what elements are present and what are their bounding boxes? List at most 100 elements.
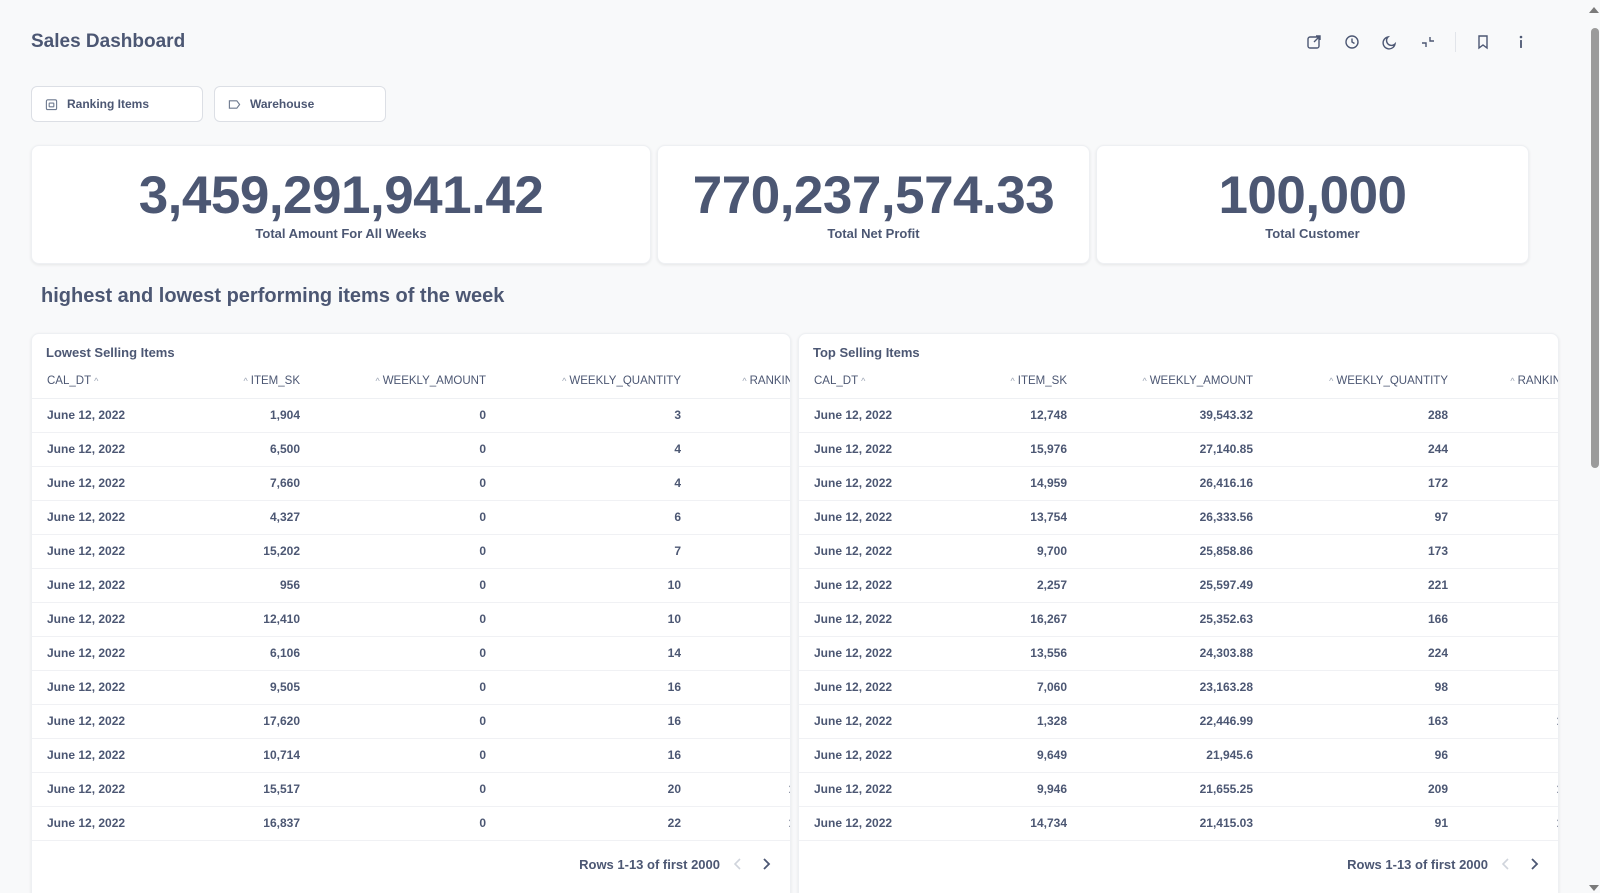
table-row[interactable]: June 12, 20227,06023,163.28989: [799, 670, 1558, 705]
cell-weekly-amount: 0: [310, 398, 496, 433]
table-row[interactable]: June 12, 20229,94621,655.2520912: [799, 772, 1558, 807]
table-row[interactable]: June 12, 202215,202075: [32, 534, 790, 569]
column-label: ITEM_SK: [250, 374, 300, 387]
column-header-ranking[interactable]: ^RANKING: [1458, 364, 1558, 399]
cell-ranking: 6: [691, 602, 790, 637]
cell-weekly-amount: 25,858.86: [1077, 534, 1263, 569]
cell-item-sk: 15,517: [182, 772, 310, 807]
table-row[interactable]: June 12, 20229,5050169: [32, 670, 790, 705]
cell-weekly-amount: 23,163.28: [1077, 670, 1263, 705]
table-row[interactable]: June 12, 202212,4100106: [32, 602, 790, 637]
table-title: Top Selling Items: [813, 345, 920, 360]
table-row[interactable]: June 12, 202216,26725,352.631667: [799, 602, 1558, 637]
filter-ranking-items[interactable]: Ranking Items: [31, 86, 203, 122]
cell-weekly-amount: 25,352.63: [1077, 602, 1263, 637]
column-header-weekly-amount[interactable]: ^ WEEKLY_AMOUNT: [1077, 364, 1263, 399]
table-row[interactable]: June 12, 20226,500042: [32, 432, 790, 467]
fullscreen-button[interactable]: [1409, 28, 1447, 56]
scroll-up-arrow-icon[interactable]: [1589, 7, 1599, 13]
table-row[interactable]: June 12, 202212,74839,543.322881: [799, 398, 1558, 433]
chevron-right-icon: [763, 858, 771, 870]
cell-weekly-amount: 0: [310, 500, 496, 535]
table-row[interactable]: June 12, 20224,327064: [32, 500, 790, 535]
column-header-weekly-amount[interactable]: ^ WEEKLY_AMOUNT: [310, 364, 496, 399]
info-button[interactable]: [1502, 28, 1540, 56]
table-row[interactable]: June 12, 20221,32822,446.9916310: [799, 704, 1558, 739]
night-mode-button[interactable]: [1371, 28, 1409, 56]
metric-card-total-amount[interactable]: 3,459,291,941.42 Total Amount For All We…: [31, 145, 651, 264]
pager-label: Rows 1-13 of first 2000: [1347, 856, 1488, 872]
previous-page-button[interactable]: [728, 854, 748, 874]
cell-item-sk: 1,904: [182, 398, 310, 433]
cell-cal-dt: June 12, 2022: [32, 466, 182, 501]
chevron-left-icon: [733, 858, 741, 870]
column-header-cal-dt[interactable]: CAL_DT ^: [32, 364, 182, 399]
column-label: CAL_DT: [814, 374, 859, 387]
cell-cal-dt: June 12, 2022: [32, 806, 182, 841]
cell-ranking: 3: [1458, 466, 1558, 501]
scrollbar-thumb[interactable]: [1591, 28, 1599, 468]
cell-weekly-quantity: 4: [496, 466, 691, 501]
cell-weekly-amount: 0: [310, 806, 496, 841]
table-row[interactable]: June 12, 202214,73421,415.039113: [799, 806, 1558, 841]
cell-cal-dt: June 12, 2022: [799, 432, 949, 467]
table-row[interactable]: June 12, 202217,6200169: [32, 704, 790, 739]
filter-warehouse[interactable]: Warehouse: [214, 86, 386, 122]
next-page-button[interactable]: [1524, 854, 1544, 874]
cell-cal-dt: June 12, 2022: [799, 568, 949, 603]
table-row[interactable]: June 12, 202210,7140169: [32, 738, 790, 773]
cell-ranking: 4: [691, 500, 790, 535]
table-row[interactable]: June 12, 20221,904031: [32, 398, 790, 433]
column-header-ranking[interactable]: ^RANKING: [691, 364, 790, 399]
cell-weekly-amount: 27,140.85: [1077, 432, 1263, 467]
cell-item-sk: 10,714: [182, 738, 310, 773]
previous-page-button[interactable]: [1496, 854, 1516, 874]
table-row[interactable]: June 12, 20229,64921,945.69611: [799, 738, 1558, 773]
table-row[interactable]: June 12, 202214,95926,416.161723: [799, 466, 1558, 501]
share-icon: [1307, 35, 1321, 49]
table-row[interactable]: June 12, 20222,25725,597.492216: [799, 568, 1558, 603]
cell-ranking: 2: [691, 466, 790, 501]
table-row[interactable]: June 12, 20229,70025,858.861735: [799, 534, 1558, 569]
cell-ranking: 6: [1458, 568, 1558, 603]
cell-cal-dt: June 12, 2022: [32, 670, 182, 705]
column-label: WEEKLY_AMOUNT: [382, 374, 486, 387]
table-body: June 12, 202212,74839,543.322881June 12,…: [799, 398, 1558, 841]
cell-weekly-amount: 26,416.16: [1077, 466, 1263, 501]
column-header-weekly-quantity[interactable]: ^ WEEKLY_QUANTITY: [1263, 364, 1458, 399]
auto-refresh-button[interactable]: [1333, 28, 1371, 56]
table-row[interactable]: June 12, 202216,83702213: [32, 806, 790, 841]
sort-caret-icon: ^: [1010, 375, 1015, 386]
table-row[interactable]: June 12, 20229560106: [32, 568, 790, 603]
metric-card-total-customer[interactable]: 100,000 Total Customer: [1096, 145, 1529, 264]
cell-weekly-amount: 24,303.88: [1077, 636, 1263, 671]
cell-item-sk: 12,748: [949, 398, 1077, 433]
table-row[interactable]: June 12, 202215,51702012: [32, 772, 790, 807]
cell-weekly-quantity: 221: [1263, 568, 1458, 603]
cell-weekly-quantity: 4: [496, 432, 691, 467]
table-row[interactable]: June 12, 20227,660042: [32, 466, 790, 501]
table-body: June 12, 20221,904031June 12, 20226,5000…: [32, 398, 790, 841]
column-header-item-sk[interactable]: ^ ITEM_SK: [182, 364, 310, 399]
share-button[interactable]: [1295, 28, 1333, 56]
cell-weekly-amount: 26,333.56: [1077, 500, 1263, 535]
table-row[interactable]: June 12, 202213,55624,303.882248: [799, 636, 1558, 671]
column-header-weekly-quantity[interactable]: ^ WEEKLY_QUANTITY: [496, 364, 691, 399]
cell-item-sk: 16,267: [949, 602, 1077, 637]
cell-ranking: 1: [691, 398, 790, 433]
lowest-selling-table-card: Lowest Selling Items CAL_DT ^ ^ ITEM_SK ^ W…: [31, 333, 791, 893]
column-header-cal-dt[interactable]: CAL_DT ^: [799, 364, 949, 399]
table-pager: Rows 1-13 of first 2000: [579, 854, 776, 874]
metric-card-net-profit[interactable]: 770,237,574.33 Total Net Profit: [657, 145, 1090, 264]
column-header-item-sk[interactable]: ^ ITEM_SK: [949, 364, 1077, 399]
table-row[interactable]: June 12, 20226,1060148: [32, 636, 790, 671]
bookmark-button[interactable]: [1464, 28, 1502, 56]
page-scrollbar[interactable]: [1589, 0, 1600, 893]
cell-cal-dt: June 12, 2022: [32, 534, 182, 569]
metric-value: 770,237,574.33: [692, 166, 1055, 225]
next-page-button[interactable]: [756, 854, 776, 874]
table-row[interactable]: June 12, 202213,75426,333.56974: [799, 500, 1558, 535]
scroll-down-arrow-icon[interactable]: [1589, 885, 1599, 891]
table-row[interactable]: June 12, 202215,97627,140.852442: [799, 432, 1558, 467]
cell-item-sk: 956: [182, 568, 310, 603]
